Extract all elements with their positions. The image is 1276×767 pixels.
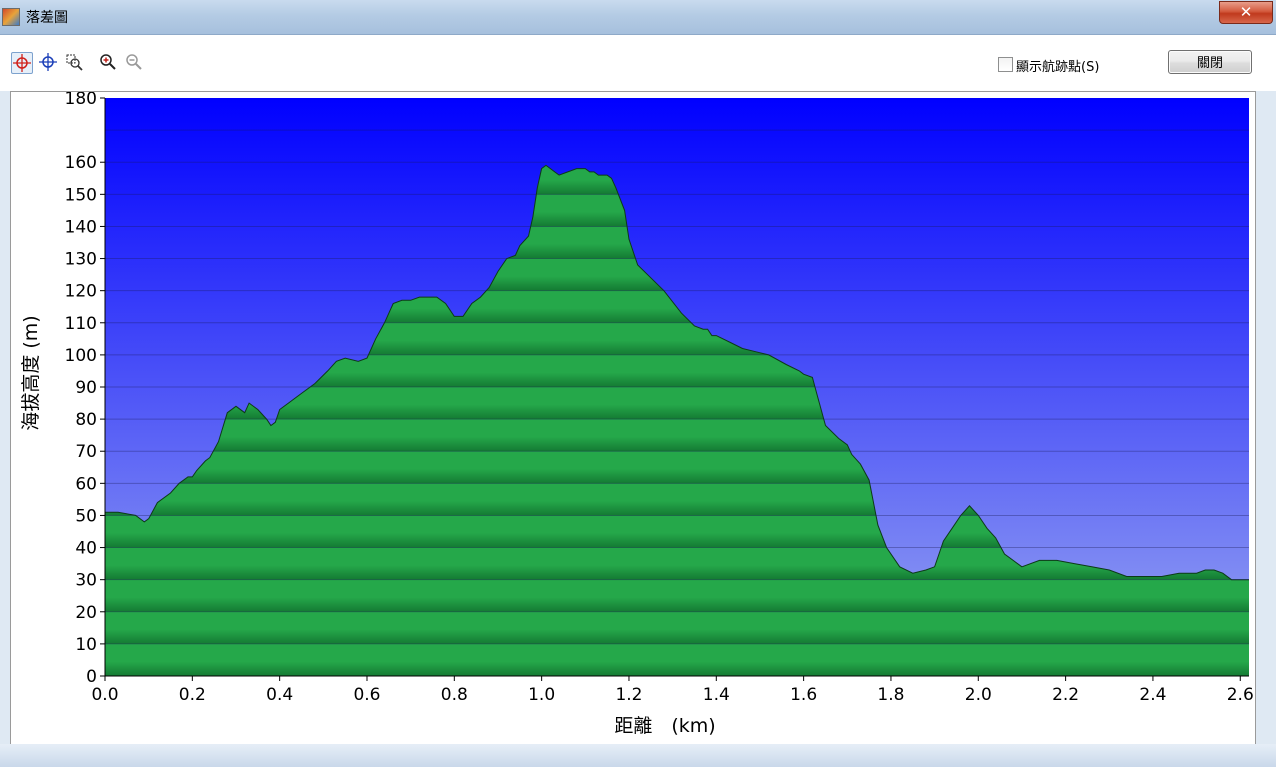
zoom-out-tool-button[interactable] [124,52,144,72]
y-axis-title: 海拔高度 (m) [20,315,42,430]
show-track-points-label: 顯示航跡點(S) [1016,60,1100,75]
zoom-out-icon [126,54,142,70]
y-tick-label: 30 [75,571,97,591]
x-axis-title: 距離 (km) [614,715,715,737]
crosshair-blue-icon [39,53,57,71]
x-tick-label: 0.0 [91,685,118,705]
crosshair-red-icon [13,54,31,72]
y-tick-label: 20 [75,603,97,623]
window-title: 落差圖 [26,10,68,26]
y-tick-label: 160 [65,153,97,173]
y-tick-label: 180 [65,92,97,109]
y-tick-label: 10 [75,635,97,655]
chart-panel: 0 10 20 30 40 50 60 70 80 90 100 110 120 130 140 150 160… [10,91,1256,745]
x-tick-label: 1.4 [703,685,730,705]
x-tick-label: 2.6 [1227,685,1254,705]
zoom-in-tool-button[interactable] [98,52,118,72]
x-tick-label: 2.0 [965,685,992,705]
x-tick-label: 1.0 [528,685,555,705]
window-titlebar: 落差圖 ✕ [0,0,1276,35]
y-tick-label: 80 [75,410,97,430]
y-tick-label: 100 [65,346,97,366]
y-tick-label: 70 [75,442,97,462]
y-tick-label: 120 [65,282,97,302]
show-track-points-checkbox[interactable] [998,57,1013,72]
elevation-chart: 0 10 20 30 40 50 60 70 80 90 100 110 120 130 140 150 160… [20,92,1254,737]
y-tick-label: 40 [75,539,97,559]
x-tick-label: 2.2 [1052,685,1079,705]
x-tick-label: 1.2 [615,685,642,705]
x-tick-label: 0.6 [353,685,380,705]
y-tick-label: 140 [65,217,97,237]
y-tick-label: 110 [65,314,97,334]
x-tick-label: 1.8 [877,685,904,705]
taskbar-edge [0,744,1276,767]
x-tick-label: 0.8 [441,685,468,705]
y-tick-label: 50 [75,506,97,526]
x-tick-label: 0.2 [179,685,206,705]
zoom-box-tool-button[interactable] [64,52,84,72]
y-tick-label: 150 [65,185,97,205]
app-logo-icon [2,8,20,26]
zoom-in-icon [100,54,116,70]
x-tick-label: 2.4 [1139,685,1166,705]
y-tick-label: 130 [65,250,97,270]
y-tick-label: 60 [75,474,97,494]
window-close-button[interactable]: ✕ [1219,1,1273,24]
x-tick-label: 0.4 [266,685,293,705]
crosshair-tool-button[interactable] [11,52,33,74]
close-dialog-button[interactable]: 關閉 [1168,50,1252,74]
y-tick-label: 90 [75,378,97,398]
crosshair-blue-tool-button[interactable] [38,52,58,72]
x-tick-label: 1.6 [790,685,817,705]
zoom-box-icon [66,54,83,71]
y-tick-label: 0 [86,667,97,687]
